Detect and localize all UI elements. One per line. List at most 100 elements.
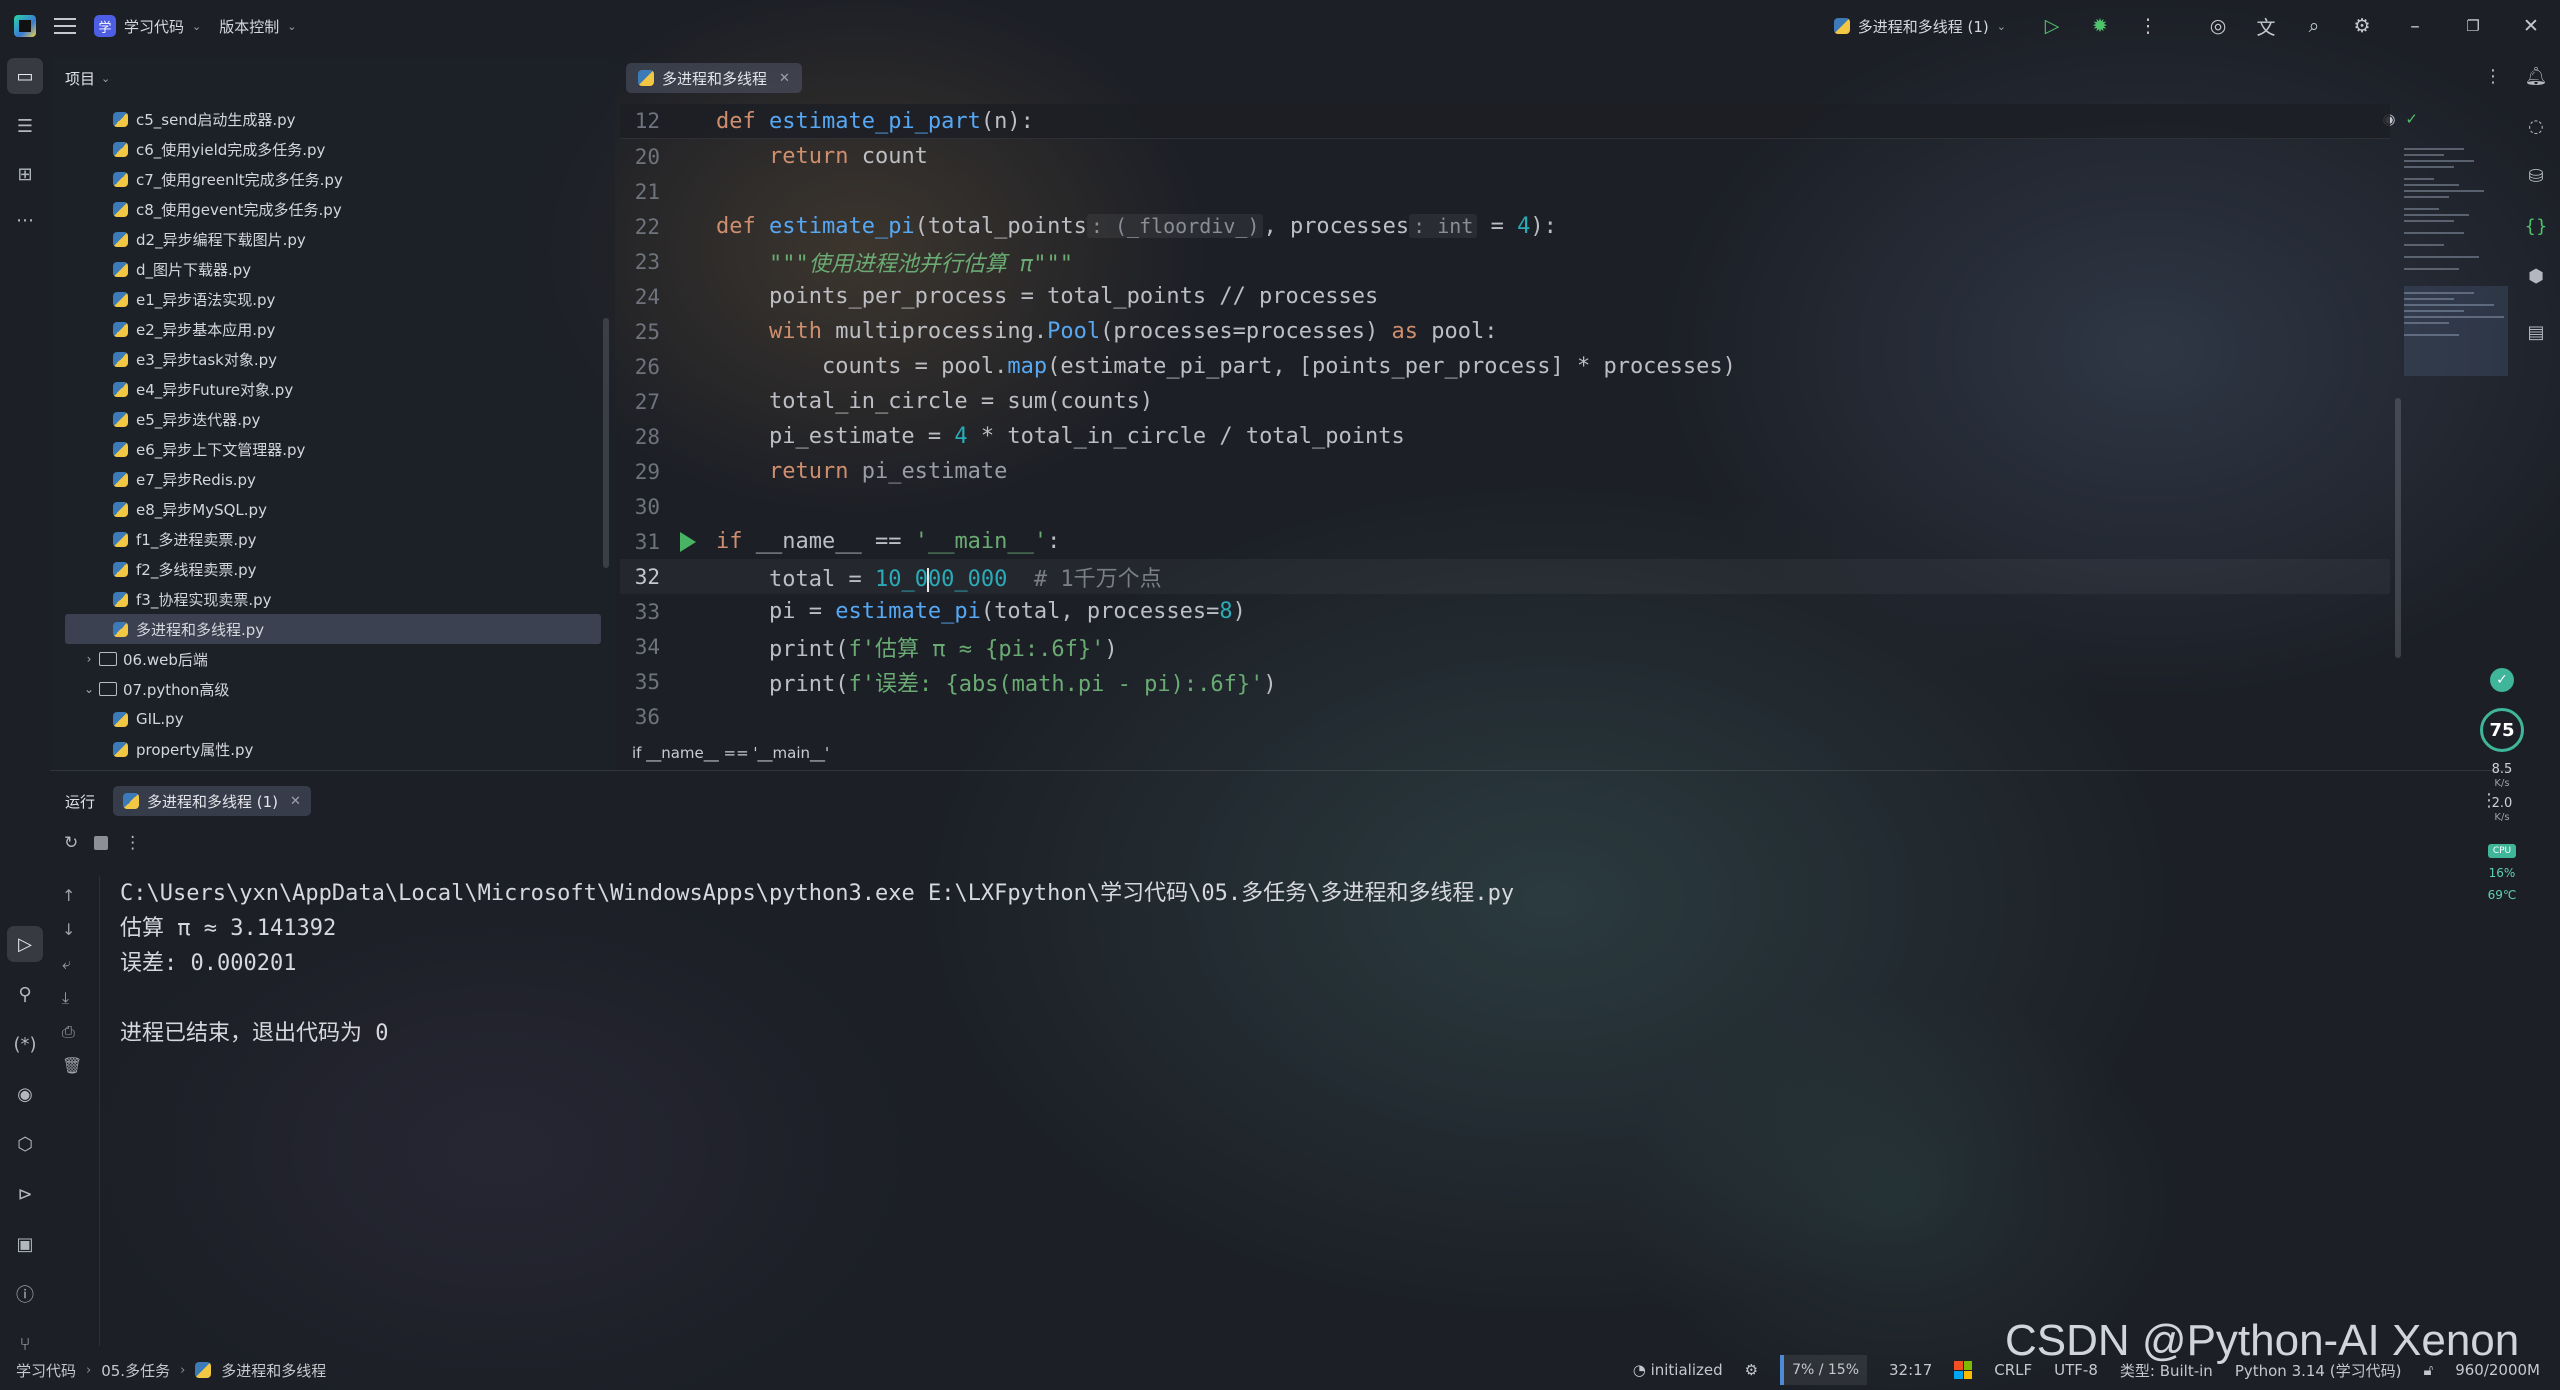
scroll-down-icon[interactable]: ↓ xyxy=(62,920,75,939)
breadcrumb-file[interactable]: 多进程和多线程 xyxy=(221,1360,326,1381)
python-packages-icon[interactable]: ◉ xyxy=(7,1076,43,1112)
tree-folder-label: 06.web后端 xyxy=(123,650,208,669)
tree-file[interactable]: f1_多进程卖票.py xyxy=(53,524,615,554)
plugin-icon[interactable]: ⬢ xyxy=(2518,258,2554,294)
preview-icon[interactable]: ▤ xyxy=(2518,314,2554,350)
trash-icon[interactable]: 🗑︎ xyxy=(62,1056,82,1075)
run-tool-icon[interactable]: ▷ xyxy=(7,926,43,962)
line-number: 34 xyxy=(634,634,660,659)
console-output[interactable]: C:\Users\yxn\AppData\Local\Microsoft\Win… xyxy=(120,876,1514,1051)
tree-file[interactable]: c6_使用yield完成多任务.py xyxy=(53,134,615,164)
scroll-to-end-icon[interactable]: ⤓ xyxy=(62,988,69,1008)
notifications-icon[interactable]: 🔔︎ xyxy=(2518,58,2554,94)
line-number: 29 xyxy=(634,459,660,484)
tree-file[interactable]: e8_异步MySQL.py xyxy=(53,494,615,524)
tree-file[interactable]: c5_send启动生成器.py xyxy=(53,104,615,134)
more-icon[interactable]: ⋮ xyxy=(2124,0,2172,52)
tree-file[interactable]: e2_异步基本应用.py xyxy=(53,314,615,344)
translate-icon[interactable]: 文 xyxy=(2242,0,2290,52)
more-tools-icon[interactable]: ⋯ xyxy=(7,202,43,238)
project-tool-icon[interactable]: ▭ xyxy=(7,58,43,94)
editor-scrollbar[interactable] xyxy=(2395,398,2401,658)
system-monitor-widget[interactable]: ✓ 75 8.5 K/s 2.0 K/s CPU 16% 69℃ xyxy=(2478,660,2526,920)
run-toolbar: ↻ ⋮ xyxy=(64,833,141,853)
close-tab-icon[interactable]: ✕ xyxy=(779,71,790,86)
chevron-right-icon[interactable]: › xyxy=(79,652,99,666)
copilot-status[interactable]: ◔ initialized xyxy=(1633,1361,1723,1379)
code-line: 29 return pi_estimate xyxy=(620,454,2390,489)
regex-tool-icon[interactable]: (*) xyxy=(7,1026,43,1062)
tree-file[interactable]: e3_异步task对象.py xyxy=(53,344,615,374)
chevron-right-icon: › xyxy=(86,1362,92,1378)
run-gutter-button[interactable] xyxy=(660,531,716,552)
scroll-up-icon[interactable]: ↑ xyxy=(62,886,75,905)
rerun-icon[interactable]: ↻ xyxy=(64,833,78,853)
vcs-menu[interactable]: 版本控制 ⌄ xyxy=(219,16,296,37)
tree-file[interactable]: d_图片下载器.py xyxy=(53,254,615,284)
tree-file-selected[interactable]: 多进程和多线程.py xyxy=(65,614,601,644)
print-icon[interactable]: ⎙ xyxy=(62,1022,75,1042)
main-menu-icon[interactable] xyxy=(54,18,76,34)
tree-folder[interactable]: › 06.web后端 xyxy=(53,644,615,674)
tree-file[interactable]: e7_异步Redis.py xyxy=(53,464,615,494)
memory-indicator[interactable]: 7% / 15% xyxy=(1780,1355,1868,1385)
chevron-down-icon[interactable]: ⌄ xyxy=(79,682,99,696)
minimize-icon[interactable]: – xyxy=(2386,0,2444,52)
ai-chat-icon[interactable]: ◌ xyxy=(2518,108,2554,144)
breadcrumb-folder[interactable]: 05.多任务 xyxy=(101,1360,170,1381)
restore-icon[interactable]: ❐ xyxy=(2444,0,2502,52)
search-icon[interactable]: ⌕ xyxy=(2290,0,2338,52)
run-icon[interactable] xyxy=(680,531,696,552)
code-text: (processes=processes) xyxy=(1100,319,1392,344)
tree-folder[interactable]: ⌄ 07.python高级 xyxy=(53,674,615,704)
run-icon[interactable]: ▷ xyxy=(2028,0,2076,52)
terminal-icon[interactable]: ▣ xyxy=(7,1226,43,1262)
editor-breadcrumb[interactable]: if __name__ == '__main__' xyxy=(632,744,829,762)
stop-icon[interactable] xyxy=(94,836,109,850)
line-number: 22 xyxy=(634,214,660,239)
more-icon[interactable]: ⋮ xyxy=(2484,66,2502,87)
breadcrumb-project[interactable]: 学习代码 xyxy=(16,1360,76,1381)
minimap-viewport[interactable] xyxy=(2404,286,2508,376)
run-tab[interactable]: 多进程和多线程 (1) ✕ xyxy=(113,786,311,816)
ai-assistant-icon[interactable]: ◎ xyxy=(2194,0,2242,52)
close-icon[interactable]: ✕ xyxy=(2502,0,2560,52)
debug-tool-icon[interactable]: ⚲ xyxy=(7,976,43,1012)
tree-file[interactable]: e6_异步上下文管理器.py xyxy=(53,434,615,464)
tree-file[interactable]: property属性.py xyxy=(53,734,615,764)
gear-icon[interactable]: ⚙ xyxy=(1745,1361,1758,1379)
tree-file[interactable]: e4_异步Future对象.py xyxy=(53,374,615,404)
tree-file[interactable]: d2_异步编程下载图片.py xyxy=(53,224,615,254)
debug-icon[interactable]: ✹ xyxy=(2076,0,2124,52)
tree-file-label: e5_异步迭代器.py xyxy=(136,410,261,429)
tree-file[interactable]: f3_协程实现卖票.py xyxy=(53,584,615,614)
tree-file[interactable]: c8_使用gevent完成多任务.py xyxy=(53,194,615,224)
more-icon[interactable]: ⋮ xyxy=(124,833,141,853)
soft-wrap-icon[interactable]: ⤶ xyxy=(62,954,71,974)
structure-tool-icon[interactable]: ☰ xyxy=(7,108,43,144)
tree-file[interactable]: GIL.py xyxy=(53,704,615,734)
project-selector[interactable]: 学 学习代码 ⌄ xyxy=(94,15,201,37)
tree-file[interactable]: e5_异步迭代器.py xyxy=(53,404,615,434)
tree-file[interactable]: e1_异步语法实现.py xyxy=(53,284,615,314)
editor-tab[interactable]: 多进程和多线程 ✕ xyxy=(626,63,802,93)
python-file-icon xyxy=(113,441,128,457)
gear-icon[interactable]: ⚙ xyxy=(2338,0,2386,52)
database-icon[interactable]: ⛁ xyxy=(2518,158,2554,194)
python-file-icon xyxy=(113,261,128,277)
tree-file[interactable]: f2_多线程卖票.py xyxy=(53,554,615,584)
project-panel-header[interactable]: 项目 ⌄ xyxy=(53,58,615,98)
code-minimap[interactable] xyxy=(2404,148,2508,376)
project-scrollbar[interactable] xyxy=(603,318,609,568)
close-tab-icon[interactable]: ✕ xyxy=(290,794,301,809)
services-tool-icon[interactable]: ⊞ xyxy=(7,156,43,192)
tree-file[interactable]: c7_使用greenlt完成多任务.py xyxy=(53,164,615,194)
problems-icon[interactable]: ⓘ xyxy=(7,1276,43,1312)
panel-divider[interactable] xyxy=(50,770,2512,771)
chevron-down-icon: ⌄ xyxy=(192,19,202,33)
run-config-selector[interactable]: 多进程和多线程 (1) ⌄ xyxy=(1833,16,2006,37)
json-icon[interactable]: {} xyxy=(2518,208,2554,244)
layers-icon[interactable]: ⬡ xyxy=(7,1126,43,1162)
services-icon[interactable]: ⊳ xyxy=(7,1176,43,1212)
caret-position[interactable]: 32:17 xyxy=(1889,1361,1932,1379)
